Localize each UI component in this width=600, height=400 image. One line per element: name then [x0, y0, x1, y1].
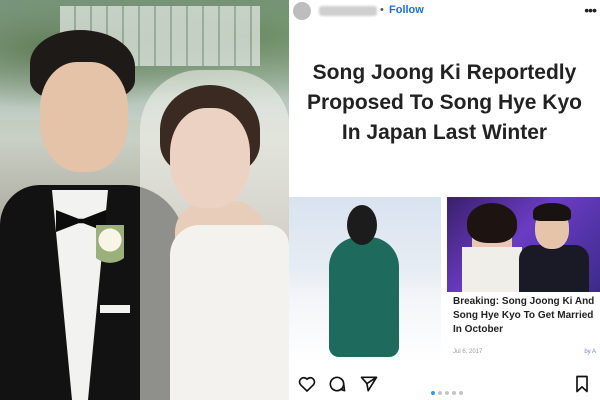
- carousel-dot: [438, 391, 442, 395]
- person-left-hair: [467, 203, 517, 243]
- related-article-date: Jul 6, 2017: [453, 349, 483, 355]
- groom-face: [40, 62, 128, 172]
- bride-face: [170, 108, 250, 208]
- boutonniere: [96, 225, 124, 275]
- person-right-suit: [519, 245, 589, 292]
- post-header: • Follow •••: [289, 0, 600, 22]
- carousel-dot: [431, 391, 435, 395]
- wedding-photo: [0, 0, 289, 400]
- carousel-dot: [452, 391, 456, 395]
- social-post: • Follow ••• Song Joong Ki Reportedly Pr…: [289, 0, 600, 400]
- post-actions: [289, 370, 600, 400]
- person-right-hair: [533, 203, 571, 221]
- carousel-dot: [459, 391, 463, 395]
- post-headline: Song Joong Ki Reportedly Proposed To Son…: [307, 61, 582, 144]
- dot-separator: •: [380, 4, 384, 16]
- related-article-title[interactable]: Breaking: Song Joong Ki And Song Hye Kyo…: [453, 295, 599, 337]
- figure-hair: [347, 205, 377, 245]
- more-options-icon[interactable]: •••: [584, 2, 597, 18]
- pocket-square: [100, 305, 130, 313]
- avatar[interactable]: [293, 2, 311, 20]
- carousel-dot: [445, 391, 449, 395]
- figure-green-coat: [329, 237, 399, 357]
- username-redacted[interactable]: [319, 6, 377, 16]
- related-article-image: [447, 197, 600, 292]
- carousel-indicator: [431, 382, 466, 395]
- related-article-author: by A: [584, 349, 596, 355]
- related-article-card[interactable]: Breaking: Song Joong Ki And Song Hye Kyo…: [447, 197, 600, 364]
- bride-dress: [170, 225, 289, 400]
- person-left-outfit: [462, 247, 522, 292]
- follow-button[interactable]: Follow: [389, 4, 424, 16]
- bookmark-icon[interactable]: [572, 374, 592, 394]
- send-icon[interactable]: [359, 374, 379, 394]
- comment-icon[interactable]: [327, 374, 347, 394]
- carousel-image-snow[interactable]: [289, 197, 441, 364]
- heart-icon[interactable]: [297, 374, 317, 394]
